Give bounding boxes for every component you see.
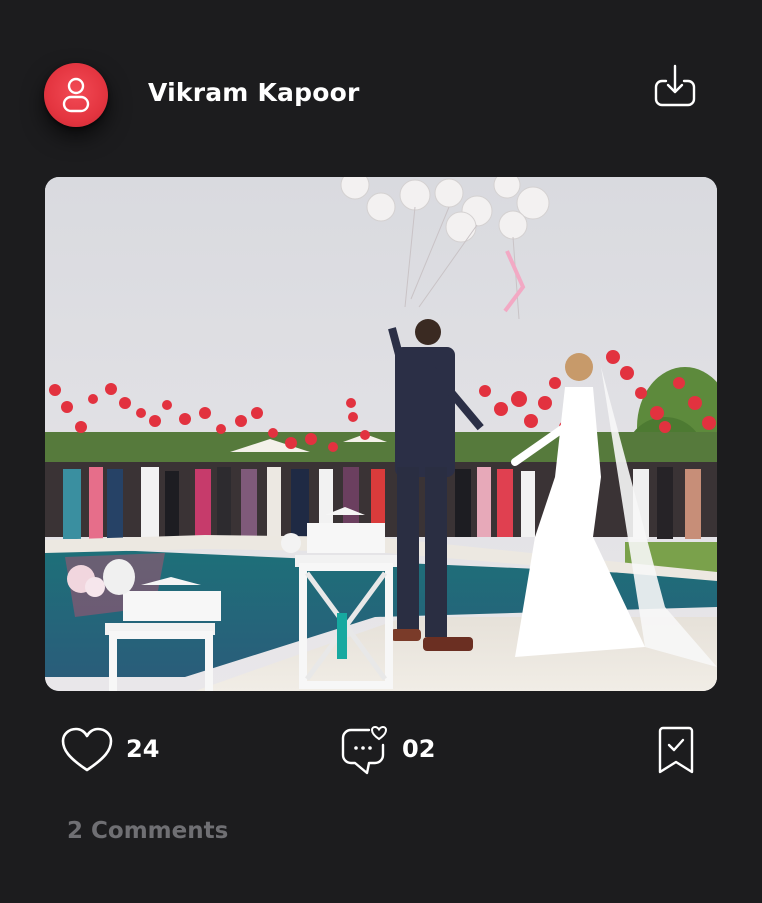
post-image[interactable] xyxy=(45,177,717,691)
comment-icon xyxy=(341,725,388,775)
download-icon xyxy=(654,64,696,107)
user-icon xyxy=(62,77,90,113)
download-button[interactable] xyxy=(651,63,699,111)
post-actions-bar: 24 02 xyxy=(0,718,762,780)
bookmark-check-icon xyxy=(658,726,694,774)
comment-count: 02 xyxy=(402,735,436,763)
like-button[interactable] xyxy=(59,726,115,776)
save-button[interactable] xyxy=(654,726,698,778)
author-name[interactable]: Vikram Kapoor xyxy=(148,78,359,107)
author-avatar[interactable] xyxy=(44,63,108,127)
comment-button[interactable] xyxy=(339,725,391,777)
view-comments-link[interactable]: 2 Comments xyxy=(67,818,228,844)
post-header: Vikram Kapoor xyxy=(0,0,762,178)
like-count: 24 xyxy=(126,735,160,763)
heart-icon xyxy=(61,727,113,772)
